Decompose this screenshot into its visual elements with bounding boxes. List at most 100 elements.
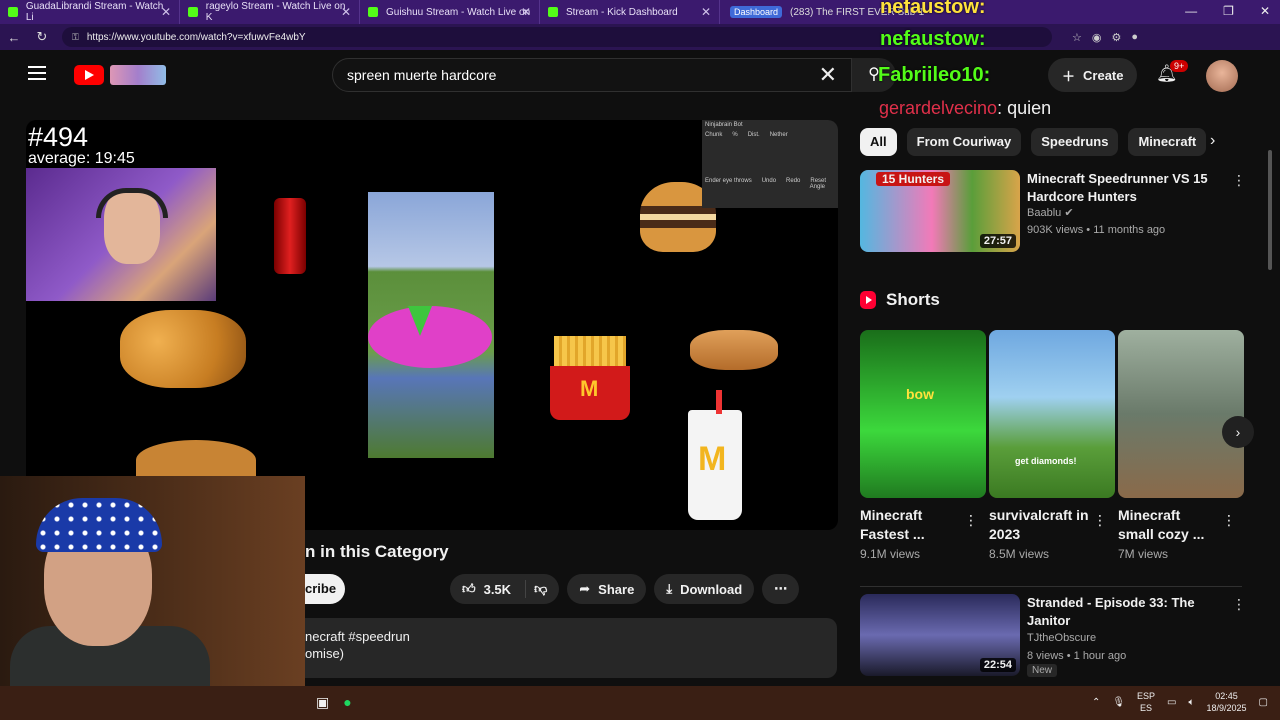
clear-search-icon[interactable]: ✕ [819, 62, 837, 88]
close-icon[interactable]: ✕ [701, 5, 711, 19]
scrollbar[interactable] [1268, 150, 1272, 270]
site-info-icon[interactable]: ⚿ [72, 32, 79, 43]
more-actions-button[interactable]: ⋯ [762, 574, 800, 604]
close-icon[interactable]: ✕ [341, 5, 351, 19]
dashboard-badge[interactable]: Dashboard [730, 6, 783, 18]
video-title[interactable]: Stranded - Episode 33: The Janitor [1027, 594, 1217, 630]
chat-username: nefaustow: [880, 28, 986, 50]
chevron-right-icon[interactable]: › [1210, 132, 1215, 150]
filter-chips: All From Couriway Speedruns Minecraft [860, 128, 1207, 156]
short-item[interactable]: bow Minecraft Fastest ... 9.1M views ⋮ [860, 330, 986, 561]
kick-icon [188, 7, 198, 17]
ninjabrain-title: Ninjabrain Bot [705, 122, 743, 128]
pie-chart-overlay [368, 306, 492, 368]
browser-tab-bar: GuadaLibrandi Stream - Watch Li ✕ rageylo… [0, 0, 1280, 24]
profile-icon[interactable]: ● [1131, 31, 1138, 44]
lang-bottom: ES [1140, 703, 1153, 713]
thumbs-down-icon[interactable]: 👎︎ [534, 581, 547, 597]
browser-tab[interactable]: Guishuu Stream - Watch Live on ✕ [360, 0, 540, 24]
short-thumbnail[interactable]: bow [860, 330, 986, 498]
kick-icon [8, 7, 18, 17]
close-icon[interactable]: ✕ [521, 5, 531, 19]
tab-title: Guishuu Stream - Watch Live on [386, 6, 531, 18]
search-input[interactable]: spreen muerte hardcore ✕ [332, 58, 852, 92]
avatar[interactable] [1206, 60, 1238, 92]
bookmark-icon[interactable]: ☆ [1072, 31, 1082, 44]
extension-icon[interactable]: ◉ [1092, 31, 1102, 44]
plus-icon: ＋ [1062, 68, 1076, 84]
browser-tab[interactable]: Stream - Kick Dashboard ✕ [540, 0, 720, 24]
download-button[interactable]: ⤓ Download [654, 574, 755, 604]
create-button[interactable]: ＋ Create [1048, 58, 1138, 92]
short-title[interactable]: Minecraft small cozy ... [1118, 506, 1218, 544]
maximize-icon[interactable]: ❐ [1223, 4, 1234, 18]
browser-tab[interactable]: GuadaLibrandi Stream - Watch Li ✕ [0, 0, 180, 24]
chip-minecraft[interactable]: Minecraft [1128, 128, 1207, 156]
chat-message: gerardelvecino: quien [879, 98, 1051, 119]
like-count: 3.5K [483, 581, 512, 597]
recommended-video[interactable]: 15 Hunters 27:57 Minecraft Speedrunner V… [860, 170, 1246, 252]
volume-icon[interactable]: 🔈︎ [1189, 697, 1195, 708]
time: 02:45 [1215, 691, 1238, 701]
reload-icon[interactable]: ↻ [28, 29, 56, 45]
more-vert-icon[interactable]: ⋮ [964, 512, 978, 529]
new-badge: New [1027, 664, 1058, 677]
menu-icon[interactable] [28, 66, 46, 80]
chevron-up-icon[interactable]: ⌃ [1092, 697, 1100, 708]
more-icon: ⋯ [774, 581, 788, 596]
undo-button[interactable]: Undo [762, 178, 776, 184]
clock[interactable]: 02:45 18/9/2025 [1207, 690, 1247, 714]
network-icon[interactable]: ▭ [1167, 697, 1176, 708]
share-icon: ➦ [579, 581, 591, 596]
chip-speedruns[interactable]: Speedruns [1031, 128, 1119, 156]
shorts-icon [860, 291, 876, 309]
short-title[interactable]: Minecraft Fastest ... [860, 506, 960, 544]
subscribe-button[interactable]: cribe [305, 574, 345, 604]
more-vert-icon[interactable]: ⋮ [1093, 512, 1107, 529]
angle-label: Angle [809, 184, 825, 190]
search-query: spreen muerte hardcore [347, 67, 497, 83]
minecraft-icon[interactable]: ▣ [316, 694, 329, 711]
chip-from-couriway[interactable]: From Couriway [906, 128, 1022, 156]
divider [860, 586, 1242, 587]
minimize-icon[interactable]: — [1185, 4, 1197, 18]
short-thumbnail[interactable]: get diamonds! [989, 330, 1115, 498]
spotify-icon[interactable]: ● [343, 694, 351, 711]
col-label: Chunk [705, 132, 723, 138]
video-thumbnail[interactable]: 15 Hunters 27:57 [860, 170, 1020, 252]
channel-name[interactable]: TJtheObscure [1027, 632, 1096, 644]
short-views: 9.1M views [860, 547, 921, 561]
redo-button[interactable]: Redo [786, 178, 800, 184]
share-button[interactable]: ➦ Share [567, 574, 647, 604]
share-label: Share [598, 581, 635, 597]
browser-tab[interactable]: rageylo Stream - Watch Live on K ✕ [180, 0, 360, 24]
like-button[interactable]: 👍︎ 3.5K 👎︎ [450, 574, 560, 604]
channel-name[interactable]: Baablu [1027, 207, 1061, 219]
close-icon[interactable]: ✕ [161, 5, 171, 19]
doodle-logo[interactable] [110, 65, 166, 85]
more-vert-icon[interactable]: ⋮ [1232, 172, 1246, 189]
language-indicator[interactable]: ESP ES [1137, 690, 1155, 714]
short-item[interactable]: get diamonds! survivalcraft in 2023 8.5M… [989, 330, 1115, 561]
short-title[interactable]: survivalcraft in 2023 [989, 506, 1089, 544]
shorts-next-icon[interactable]: › [1222, 416, 1254, 448]
more-vert-icon[interactable]: ⋮ [1222, 512, 1236, 529]
short-item[interactable]: Minecraft small cozy ... 7M views ⋮ [1118, 330, 1244, 561]
video-player[interactable]: #494 average: 19:45 M M Ninjabrain Bot C… [26, 120, 838, 530]
notifications-icon[interactable]: ▢ [1259, 697, 1268, 708]
video-thumbnail[interactable]: 22:54 [860, 594, 1020, 676]
mic-icon[interactable]: 🎙︎ [1112, 697, 1125, 708]
system-tray: ⌃ 🎙︎ ESP ES ▭ 🔈︎ 02:45 18/9/2025 ▢ [1092, 690, 1268, 714]
close-window-icon[interactable]: ✕ [1260, 4, 1270, 18]
video-title[interactable]: Minecraft Speedrunner VS 15 Hardcore Hun… [1027, 170, 1217, 206]
kick-icon [368, 7, 378, 17]
back-icon[interactable]: ← [0, 30, 28, 45]
chip-all[interactable]: All [860, 128, 897, 156]
youtube-logo-icon[interactable] [74, 65, 104, 85]
more-vert-icon[interactable]: ⋮ [1232, 596, 1246, 613]
short-thumbnail[interactable] [1118, 330, 1244, 498]
recommended-video[interactable]: 22:54 Stranded - Episode 33: The Janitor… [860, 594, 1246, 677]
col-label: % [732, 132, 738, 138]
extension-icon[interactable]: ⚙ [1111, 31, 1121, 44]
description-box[interactable]: necraft #speedrun omise) [305, 618, 837, 678]
